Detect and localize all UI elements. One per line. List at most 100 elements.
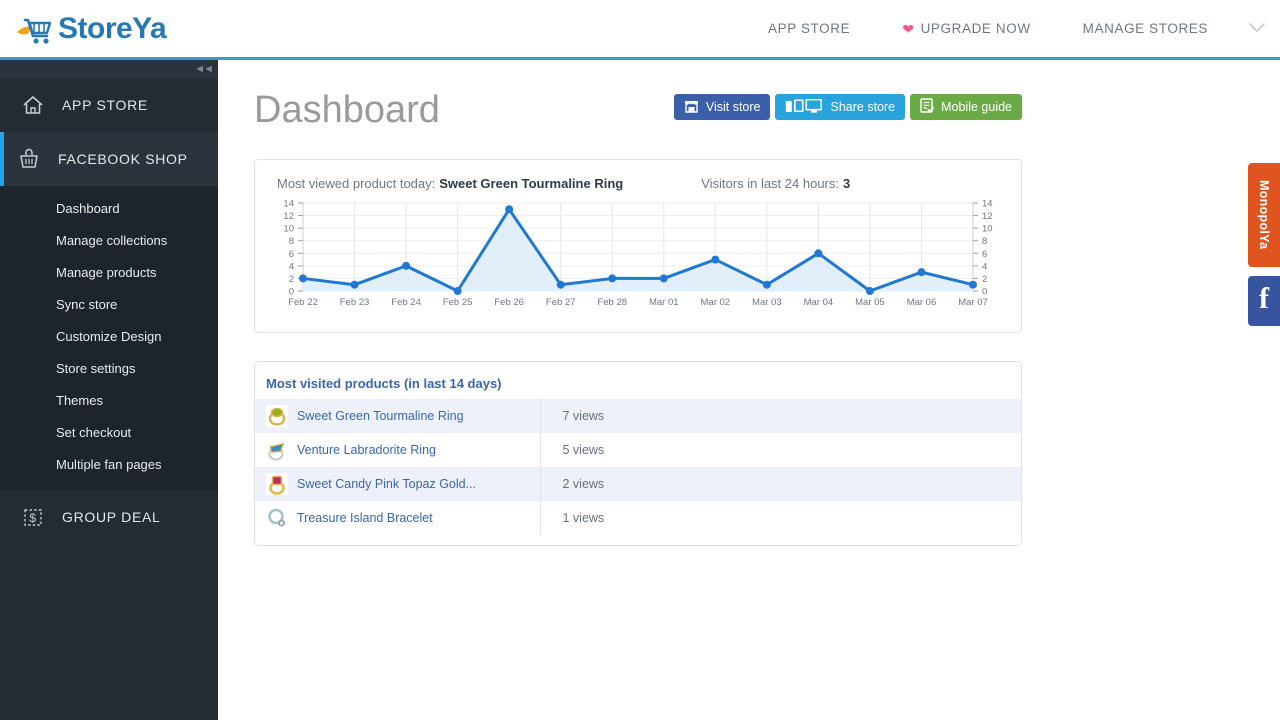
sidebar-subitem-customize-design[interactable]: Customize Design [0,320,218,352]
svg-text:$: $ [29,511,36,525]
svg-text:0: 0 [982,287,987,298]
most-viewed-label: Most viewed product today: [277,176,436,191]
product-name-cell: Sweet Green Tourmaline Ring [255,399,541,433]
product-views-cell: 1 views [562,511,605,525]
dollar-tag-icon: $ [20,504,46,530]
most-visited-products-panel: Most visited products (in last 14 days) … [254,361,1022,546]
heart-icon: ❤ [902,20,915,37]
product-views-cell: 2 views [562,477,605,491]
product-link[interactable]: Sweet Green Tourmaline Ring [297,409,464,423]
svg-text:4: 4 [289,261,294,272]
sidebar-subitem-label: Sync store [56,296,118,312]
sidebar-subitem-multiple-fan-pages[interactable]: Multiple fan pages [0,448,218,480]
svg-text:14: 14 [283,199,294,210]
svg-text:10: 10 [982,224,993,235]
sidebar-submenu: Dashboard Manage collections Manage prod… [0,186,218,490]
top-bar: StoreYa APP STORE ❤ UPGRADE NOW MANAGE S… [0,0,1280,60]
svg-text:6: 6 [289,249,294,260]
svg-text:10: 10 [283,224,294,235]
home-icon [20,92,46,118]
visitors-chart: 0 0 2 2 4 4 6 6 8 8 10 10 12 12 14 14 Feb 22 Feb 23 Feb 24… [255,195,1021,315]
blue-gem-ring-thumb [266,439,288,461]
table-row[interactable]: Treasure Island Bracelet 1 views [255,501,1021,535]
sidebar-subitem-set-checkout[interactable]: Set checkout [0,416,218,448]
svg-text:0: 0 [289,287,294,298]
pink-gem-ring-thumb [266,473,288,495]
sidebar-item-facebook-shop[interactable]: FACEBOOK SHOP [0,132,218,186]
sidebar-item-app-store[interactable]: APP STORE [0,78,218,132]
brand-logo[interactable]: StoreYa [14,11,167,46]
svg-text:Mar 04: Mar 04 [804,297,834,308]
account-menu-toggle[interactable] [1234,20,1280,38]
topnav-item-app-store[interactable]: APP STORE [742,21,876,36]
sidebar-subitem-store-settings[interactable]: Store settings [0,352,218,384]
chevron-down-icon [1249,20,1265,38]
products-table: Sweet Green Tourmaline Ring 7 views Vent… [255,399,1021,535]
product-link[interactable]: Venture Labradorite Ring [297,443,436,457]
topnav-item-upgrade-now[interactable]: ❤ UPGRADE NOW [876,21,1056,36]
visit-store-button[interactable]: Visit store [673,94,771,120]
facebook-tab[interactable]: f [1248,276,1280,326]
svg-text:Mar 07: Mar 07 [958,297,988,308]
table-row[interactable]: Venture Labradorite Ring 5 views [255,433,1021,467]
sidebar-subitem-manage-products[interactable]: Manage products [0,256,218,288]
checklist-icon [920,98,935,116]
share-store-label: Share store [830,100,896,114]
sidebar-subitem-label: Dashboard [56,200,120,216]
storefront-icon [684,99,699,116]
page-action-buttons: Visit store Share store Mobile guide [673,94,1022,120]
shopping-cart-icon [14,12,54,46]
sidebar-subitem-label: Multiple fan pages [56,456,162,472]
stats-panel: Most viewed product today: Sweet Green T… [254,159,1022,333]
svg-text:12: 12 [283,211,294,222]
svg-text:14: 14 [982,199,993,210]
silver-bracelet-thumb [266,507,288,529]
visitors-label: Visitors in last 24 hours: [701,176,839,191]
svg-text:Feb 22: Feb 22 [288,297,318,308]
sidebar-collapse-button[interactable]: ◄◄ [0,60,218,78]
product-views-cell: 7 views [562,409,605,423]
visitors-line-chart: 0 02 24 46 68 810 1012 1214 14Feb 22 Feb 23 Feb 24… [283,199,993,309]
sidebar-item-group-deal[interactable]: $ GROUP DEAL [0,490,218,544]
topnav-label: MANAGE STORES [1082,21,1208,36]
monopolya-tab-label: MonopolYa [1257,180,1271,250]
sidebar-subitem-label: Store settings [56,360,136,376]
side-tabs: MonopolYa f [1248,163,1280,326]
svg-text:6: 6 [982,249,987,260]
svg-text:Mar 02: Mar 02 [701,297,731,308]
sidebar-item-label: FACEBOOK SHOP [58,151,188,167]
sidebar-subitem-label: Manage products [56,264,157,280]
facebook-icon: f [1259,282,1269,315]
stats-summary: Most viewed product today: Sweet Green T… [255,160,1021,191]
topnav-item-manage-stores[interactable]: MANAGE STORES [1057,21,1234,36]
products-panel-title: Most visited products (in last 14 days) [266,376,502,391]
table-row[interactable]: Sweet Green Tourmaline Ring 7 views [255,399,1021,433]
sidebar-subitem-sync-store[interactable]: Sync store [0,288,218,320]
topnav-label: UPGRADE NOW [920,21,1031,36]
table-row[interactable]: Sweet Candy Pink Topaz Gold... 2 views [255,467,1021,501]
svg-text:Mar 05: Mar 05 [855,297,885,308]
svg-text:Mar 01: Mar 01 [649,297,679,308]
brand-name: StoreYa [58,11,167,45]
sidebar-subitem-label: Customize Design [56,328,162,344]
product-link[interactable]: Sweet Candy Pink Topaz Gold... [297,477,476,491]
svg-text:Feb 23: Feb 23 [340,297,370,308]
svg-text:Mar 06: Mar 06 [907,297,937,308]
sidebar-subitem-themes[interactable]: Themes [0,384,218,416]
product-link[interactable]: Treasure Island Bracelet [297,511,433,525]
sidebar-subitem-dashboard[interactable]: Dashboard [0,192,218,224]
topnav-label: APP STORE [768,21,851,36]
sidebar-subitem-label: Themes [56,392,103,408]
product-name-cell: Treasure Island Bracelet [255,501,541,535]
share-store-button[interactable]: Share store [775,94,906,120]
basket-icon [16,146,42,172]
product-name-cell: Venture Labradorite Ring [255,433,541,467]
sidebar-subitem-manage-collections[interactable]: Manage collections [0,224,218,256]
sidebar-subitem-label: Manage collections [56,232,168,248]
double-chevron-left-icon: ◄◄ [194,62,214,75]
mobile-guide-button[interactable]: Mobile guide [910,94,1022,120]
product-name-cell: Sweet Candy Pink Topaz Gold... [255,467,541,501]
top-navigation: APP STORE ❤ UPGRADE NOW MANAGE STORES [742,20,1280,38]
main-content: Dashboard Visit store Share store Mobile… [218,63,1280,720]
monopolya-tab[interactable]: MonopolYa [1248,163,1280,267]
